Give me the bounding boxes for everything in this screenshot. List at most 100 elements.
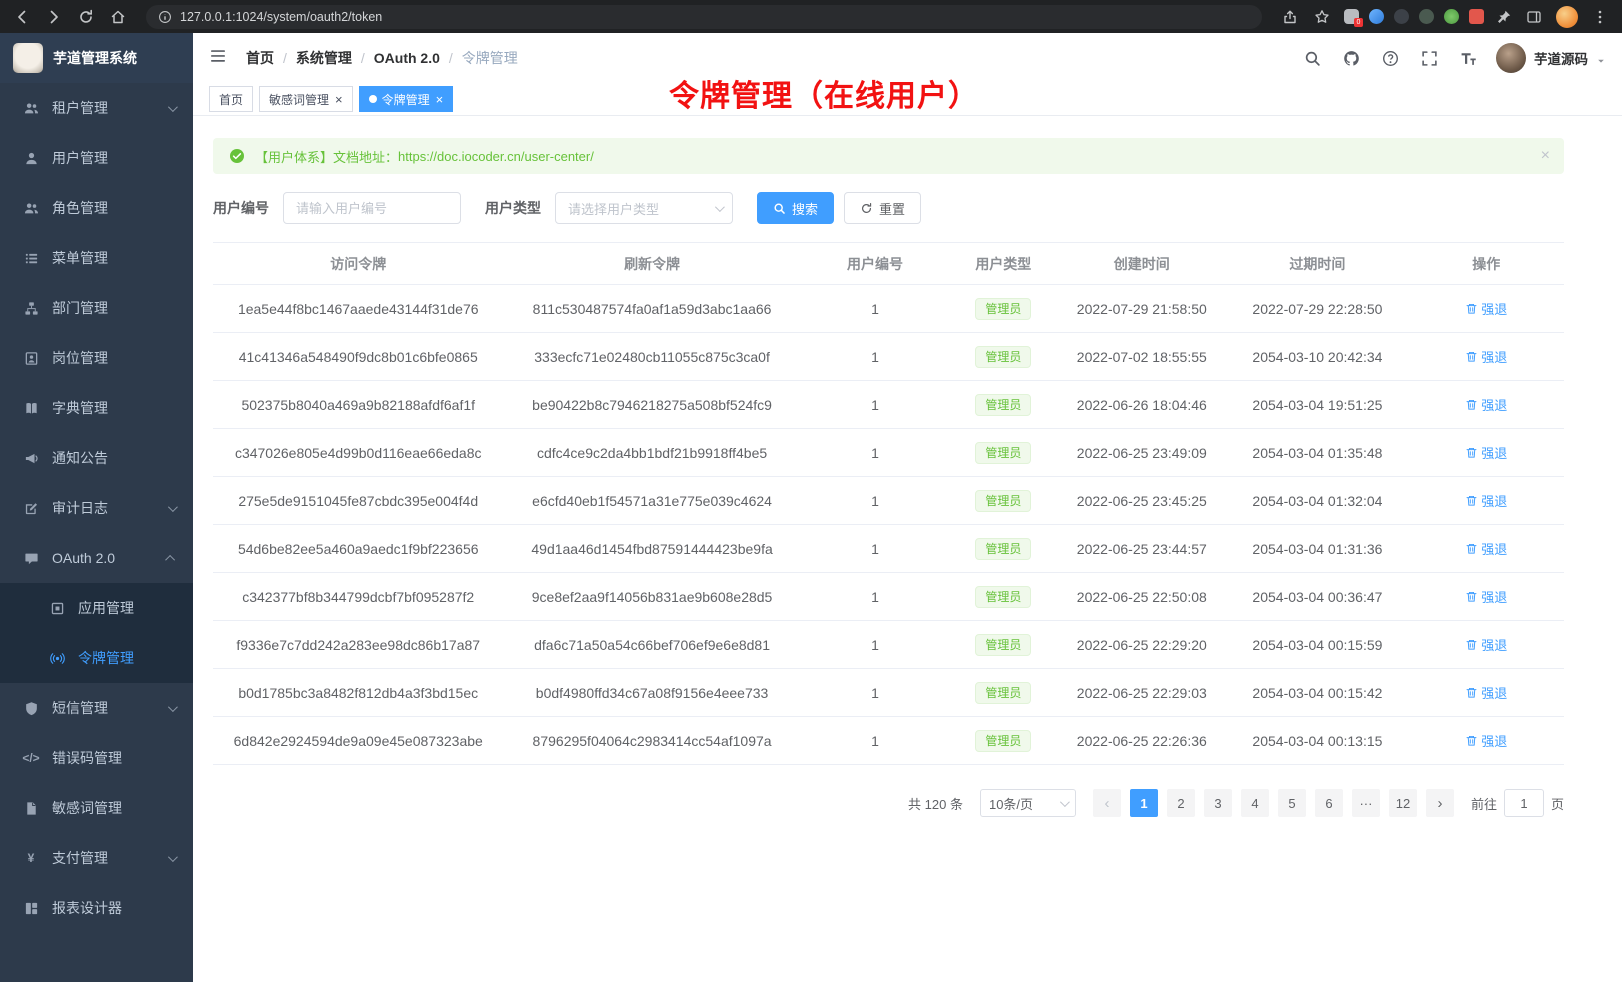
force-logout-button[interactable]: 强退 — [1465, 395, 1507, 414]
sidebar-item-dept[interactable]: 部门管理 — [0, 283, 193, 333]
alert-link[interactable]: https://doc.iocoder.cn/user-center/ — [398, 149, 594, 164]
sidebar-item-menu[interactable]: 菜单管理 — [0, 233, 193, 283]
delete-icon — [1465, 446, 1478, 459]
reset-button[interactable]: 重置 — [844, 192, 921, 224]
side-panel-icon[interactable] — [1524, 7, 1544, 27]
sidebar-item-oauth2-token[interactable]: 令牌管理 — [0, 633, 193, 683]
breadcrumb-item[interactable]: 首页 — [246, 48, 274, 68]
sidebar-item-label: 岗位管理 — [52, 348, 175, 368]
url-bar[interactable]: 127.0.0.1:1024/system/oauth2/token — [146, 5, 1262, 29]
extension-grid-icon[interactable]: 0 — [1344, 9, 1359, 24]
github-icon[interactable] — [1340, 47, 1362, 69]
column-header: 过期时间 — [1226, 243, 1408, 285]
extension-blue-icon[interactable] — [1369, 9, 1384, 24]
sidebar-item-audit-log[interactable]: 审计日志 — [0, 483, 193, 533]
tab-home[interactable]: 首页 — [209, 86, 253, 112]
sidebar-item-oauth2-app[interactable]: 应用管理 — [0, 583, 193, 633]
share-icon[interactable] — [1280, 7, 1300, 27]
page-button-5[interactable]: 5 — [1278, 789, 1306, 817]
sidebar-item-pay[interactable]: ¥支付管理 — [0, 833, 193, 883]
refresh-icon[interactable] — [76, 7, 96, 27]
sidebar-item-label: 应用管理 — [78, 598, 175, 618]
user-type-cell: 管理员 — [949, 333, 1057, 381]
force-logout-button[interactable]: 强退 — [1465, 539, 1507, 558]
sidebar-item-post[interactable]: 岗位管理 — [0, 333, 193, 383]
force-logout-button[interactable]: 强退 — [1465, 635, 1507, 654]
site-info-icon[interactable] — [158, 10, 172, 24]
sidebar-item-tenant[interactable]: 租户管理 — [0, 83, 193, 133]
sidebar-item-notice[interactable]: 通知公告 — [0, 433, 193, 483]
tab-sensitive-word[interactable]: 敏感词管理× — [259, 86, 353, 112]
sidebar-item-report-designer[interactable]: 报表设计器 — [0, 883, 193, 933]
font-size-icon[interactable] — [1457, 47, 1479, 69]
force-logout-button[interactable]: 强退 — [1465, 491, 1507, 510]
tab-close-icon[interactable]: × — [335, 93, 343, 106]
create-time-cell: 2022-06-25 22:29:20 — [1057, 621, 1226, 669]
hamburger-icon[interactable] — [209, 47, 231, 69]
jump-page-input[interactable] — [1504, 789, 1544, 817]
sidebar-item-sms[interactable]: 短信管理 — [0, 683, 193, 733]
pin-icon[interactable] — [1494, 7, 1514, 27]
user-type-tag: 管理员 — [975, 298, 1031, 320]
sms-icon — [20, 701, 42, 716]
main-area: 首页/系统管理/OAuth 2.0/令牌管理 芋道源码 首页敏感词管理×令牌管理… — [193, 33, 1622, 982]
extension-green-icon[interactable] — [1444, 9, 1459, 24]
home-icon[interactable] — [108, 7, 128, 27]
breadcrumb-item[interactable]: 系统管理 — [296, 48, 352, 68]
create-time-cell: 2022-06-25 23:45:25 — [1057, 477, 1226, 525]
force-logout-label: 强退 — [1481, 731, 1507, 750]
browser-toolbar: 127.0.0.1:1024/system/oauth2/token 0 — [0, 0, 1622, 33]
next-page-button[interactable]: › — [1426, 789, 1454, 817]
user-type-select[interactable]: 请选择用户类型 — [555, 192, 733, 224]
user-menu[interactable]: 芋道源码 — [1496, 43, 1606, 73]
force-logout-button[interactable]: 强退 — [1465, 731, 1507, 750]
tab-label: 首页 — [219, 91, 243, 108]
search-icon[interactable] — [1301, 47, 1323, 69]
app-logo[interactable]: 芋道管理系统 — [0, 33, 193, 83]
sidebar-item-role[interactable]: 角色管理 — [0, 183, 193, 233]
tab-close-icon[interactable]: × — [436, 93, 444, 106]
browser-menu-icon[interactable] — [1590, 7, 1610, 27]
force-logout-label: 强退 — [1481, 395, 1507, 414]
sidebar-item-user[interactable]: 用户管理 — [0, 133, 193, 183]
page-button-2[interactable]: 2 — [1167, 789, 1195, 817]
page-button-3[interactable]: 3 — [1204, 789, 1232, 817]
column-header: 用户类型 — [949, 243, 1057, 285]
page-size-select[interactable]: 10条/页 — [980, 789, 1076, 817]
extension-dark2-icon[interactable] — [1419, 9, 1434, 24]
sidebar-item-dict[interactable]: 字典管理 — [0, 383, 193, 433]
search-button[interactable]: 搜索 — [757, 192, 834, 224]
force-logout-button[interactable]: 强退 — [1465, 683, 1507, 702]
back-icon[interactable] — [12, 7, 32, 27]
bookmark-star-icon[interactable] — [1312, 7, 1332, 27]
sidebar-item-oauth2[interactable]: OAuth 2.0 — [0, 533, 193, 583]
force-logout-button[interactable]: 强退 — [1465, 347, 1507, 366]
breadcrumb-item[interactable]: OAuth 2.0 — [374, 50, 440, 66]
tab-token-management[interactable]: 令牌管理× — [359, 86, 454, 112]
prev-page-button[interactable]: ‹ — [1093, 789, 1121, 817]
delete-icon — [1465, 350, 1478, 363]
force-logout-button[interactable]: 强退 — [1465, 587, 1507, 606]
force-logout-button[interactable]: 强退 — [1465, 443, 1507, 462]
alert-close-icon[interactable]: × — [1541, 148, 1550, 164]
sidebar-item-error-code[interactable]: </>错误码管理 — [0, 733, 193, 783]
help-icon[interactable] — [1379, 47, 1401, 69]
user-id-cell: 1 — [801, 669, 950, 717]
fullscreen-icon[interactable] — [1418, 47, 1440, 69]
sidebar-item-label: 敏感词管理 — [52, 798, 175, 818]
access-token-cell: c347026e805e4d99b0d116eae66eda8c — [213, 429, 503, 477]
page-button-1[interactable]: 1 — [1130, 789, 1158, 817]
user-id-input[interactable] — [283, 192, 461, 224]
access-token-cell: 54d6be82ee5a460a9aedc1f9bf223656 — [213, 525, 503, 573]
page-button-4[interactable]: 4 — [1241, 789, 1269, 817]
extension-dark-icon[interactable] — [1394, 9, 1409, 24]
force-logout-button[interactable]: 强退 — [1465, 299, 1507, 318]
page-button-6[interactable]: 6 — [1315, 789, 1343, 817]
extension-puzzle-icon[interactable] — [1469, 9, 1484, 24]
page-button-12[interactable]: 12 — [1389, 789, 1417, 817]
sidebar-item-sensitive-word[interactable]: 敏感词管理 — [0, 783, 193, 833]
page-ellipsis-button[interactable]: ··· — [1352, 789, 1380, 817]
forward-icon[interactable] — [44, 7, 64, 27]
browser-profile-avatar[interactable] — [1556, 6, 1578, 28]
success-check-icon — [229, 148, 245, 164]
